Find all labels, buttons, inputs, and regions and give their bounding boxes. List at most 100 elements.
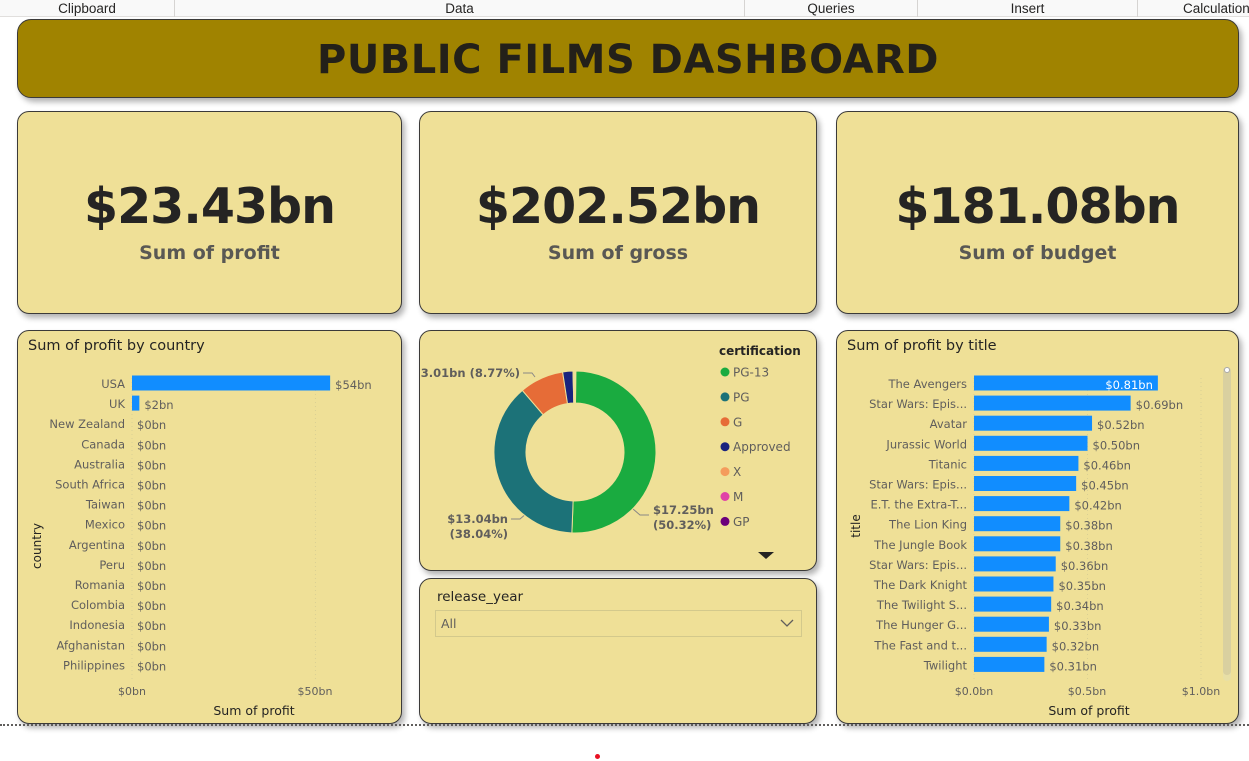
title-bar[interactable] <box>974 496 1070 512</box>
title-category-label: The Hunger G... <box>875 618 967 632</box>
kpi-card-profit[interactable]: $23.43bn Sum of profit <box>17 111 402 314</box>
title-bar[interactable] <box>974 536 1061 552</box>
kpi-budget-label: Sum of budget <box>958 242 1117 264</box>
title-bar[interactable] <box>974 636 1047 652</box>
country-data-label: $0bn <box>137 479 166 493</box>
ribbon-group-queries[interactable]: Queries <box>745 0 918 17</box>
title-category-label: Star Wars: Epis... <box>869 558 967 572</box>
title-category-label: E.T. the Extra-T... <box>871 498 968 512</box>
profit-by-title-chart[interactable]: Sum of profit by title title Sum of prof… <box>836 330 1239 724</box>
legend-item-m[interactable]: M <box>733 490 743 504</box>
title-x-axis-label: Sum of profit <box>1048 703 1129 718</box>
legend-item-x[interactable]: X <box>733 465 741 479</box>
country-data-label: $0bn <box>137 619 166 633</box>
title-data-label: $0.69bn <box>1136 398 1184 412</box>
title-x-tick-0: $0.0bn <box>955 685 993 698</box>
country-data-label: $0bn <box>137 599 166 613</box>
kpi-profit-value: $23.43bn <box>83 178 336 235</box>
country-x-tick-1: $50bn <box>298 685 333 698</box>
donut-slice-gp[interactable] <box>574 370 577 404</box>
title-category-label: The Jungle Book <box>873 538 967 552</box>
title-bar[interactable] <box>974 516 1061 532</box>
donut-leader-pg13 <box>632 508 649 516</box>
country-x-axis-label: Sum of profit <box>213 703 294 718</box>
title-x-tick-1: $0.5bn <box>1068 685 1106 698</box>
title-data-label: $0.50bn <box>1093 438 1141 452</box>
country-category-label: Peru <box>99 558 125 572</box>
kpi-card-budget[interactable]: $181.08bn Sum of budget <box>836 111 1239 314</box>
country-category-label: Canada <box>81 437 125 451</box>
legend-item-g[interactable]: G <box>733 415 742 429</box>
release-year-selected-value: All <box>441 616 457 631</box>
title-bar[interactable] <box>974 656 1045 672</box>
country-category-label: Australia <box>74 457 125 471</box>
legend-marker-pg-13 <box>720 367 730 377</box>
title-data-label: $0.38bn <box>1065 519 1113 533</box>
title-bar[interactable] <box>974 616 1049 632</box>
title-data-label: $0.32bn <box>1052 639 1100 653</box>
legend-marker-pg <box>720 392 730 402</box>
legend-scroll-down-icon[interactable] <box>758 552 774 559</box>
legend-marker-gp <box>720 516 730 526</box>
title-bar[interactable] <box>974 415 1093 431</box>
title-data-label: $0.52bn <box>1097 418 1145 432</box>
legend-marker-m <box>720 492 730 501</box>
title-category-label: Jurassic World <box>885 437 967 451</box>
title-category-label: The Twilight S... <box>876 598 967 612</box>
ribbon-group-clipboard[interactable]: Clipboard <box>0 0 175 17</box>
scroll-up-icon[interactable] <box>1224 367 1230 373</box>
country-data-label: $2bn <box>144 398 173 412</box>
chevron-down-icon <box>780 619 794 627</box>
title-category-label: The Lion King <box>888 518 967 532</box>
country-category-label: USA <box>101 377 125 391</box>
title-bar[interactable] <box>974 576 1054 592</box>
legend-item-gp[interactable]: GP <box>733 515 750 529</box>
country-data-label: $0bn <box>137 559 166 573</box>
legend-item-pg[interactable]: PG <box>733 390 750 404</box>
kpi-budget-value: $181.08bn <box>895 178 1180 235</box>
release-year-dropdown[interactable]: All <box>435 610 802 637</box>
ribbon-group-insert[interactable]: Insert <box>918 0 1138 17</box>
country-category-label: Philippines <box>63 658 125 672</box>
country-bar[interactable] <box>132 395 140 411</box>
donut-slice-pg-13[interactable] <box>571 370 657 534</box>
ribbon-group-calculation[interactable]: Calculation <box>1138 0 1249 17</box>
title-bar[interactable] <box>974 455 1079 471</box>
certification-donut-svg: certification $3.01bn (8.77%) $17.25bn (… <box>420 344 801 559</box>
country-category-label: Taiwan <box>85 498 125 512</box>
profit-by-country-chart[interactable]: Sum of profit by country country Sum of … <box>17 330 402 724</box>
country-category-label: South Africa <box>55 478 125 492</box>
legend-item-pg-13[interactable]: PG-13 <box>733 366 769 380</box>
country-category-label: Colombia <box>71 598 125 612</box>
title-bar[interactable] <box>974 556 1056 572</box>
title-bar[interactable] <box>974 476 1077 491</box>
kpi-gross-value: $202.52bn <box>475 178 761 235</box>
country-category-label: Romania <box>75 578 125 592</box>
country-category-label: Indonesia <box>69 618 125 632</box>
country-data-label: $0bn <box>137 579 166 593</box>
country-category-label: New Zealand <box>49 417 125 431</box>
country-category-label: UK <box>109 397 125 411</box>
ribbon-group-data[interactable]: Data <box>175 0 745 17</box>
certification-donut-card[interactable]: certification $3.01bn (8.77%) $17.25bn (… <box>419 330 817 571</box>
title-data-label: $0.46bn <box>1083 458 1131 472</box>
title-bar[interactable] <box>974 596 1052 612</box>
country-chart-svg: country Sum of profit $0bn $50bn USA $54b… <box>30 375 372 718</box>
title-chart-scrollbar[interactable] <box>1223 367 1231 675</box>
country-category-label: Argentina <box>69 538 125 552</box>
title-bar[interactable] <box>974 395 1131 411</box>
country-data-label: $0bn <box>137 458 166 472</box>
release-year-slicer[interactable]: release_year All <box>419 578 817 724</box>
kpi-gross-label: Sum of gross <box>547 242 689 264</box>
title-x-tick-2: $1.0bn <box>1182 685 1220 698</box>
country-data-label: $0bn <box>137 418 166 432</box>
legend-marker-g <box>720 417 730 427</box>
legend-item-approved[interactable]: Approved <box>733 440 791 454</box>
country-bar[interactable] <box>132 375 331 391</box>
kpi-card-gross[interactable]: $202.52bn Sum of gross <box>419 111 817 314</box>
title-bar[interactable] <box>974 435 1088 451</box>
dashboard-title-card[interactable]: PUBLIC FILMS DASHBOARD <box>17 19 1239 98</box>
title-data-label: $0.45bn <box>1081 479 1129 493</box>
title-data-label: $0.81bn <box>1105 378 1153 392</box>
country-data-label: $0bn <box>137 659 166 673</box>
